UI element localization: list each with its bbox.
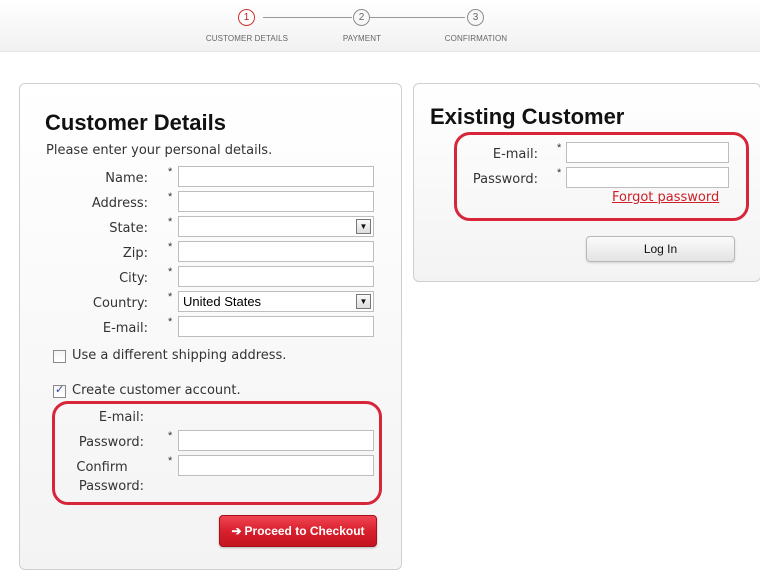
state-label: State: — [109, 221, 148, 236]
zip-required-mark: * — [168, 241, 173, 253]
create-account-label[interactable]: Create customer account. — [72, 383, 241, 398]
shipping-address-checkbox[interactable] — [53, 350, 66, 363]
step-2-label: PAYMENT — [342, 34, 382, 43]
address-required-mark: * — [168, 191, 173, 203]
state-select[interactable]: ▼ — [178, 216, 374, 237]
login-email-required-mark: * — [557, 142, 562, 154]
log-in-button[interactable]: Log In — [586, 236, 735, 262]
account-password-required-mark: * — [168, 430, 173, 442]
existing-customer-title: Existing Customer — [430, 104, 625, 129]
confirm-label-line-1: Confirm — [76, 460, 128, 475]
country-required-mark: * — [168, 291, 173, 303]
email-input[interactable] — [178, 316, 374, 337]
proceed-to-checkout-button[interactable]: ➔ Proceed to Checkout — [219, 515, 377, 547]
chevron-down-icon[interactable]: ▼ — [356, 219, 371, 234]
name-required-mark: * — [168, 166, 173, 178]
step-1-label: CUSTOMER DETAILS — [205, 34, 289, 43]
step-3-label: CONFIRMATION — [444, 34, 508, 43]
country-label: Country: — [92, 296, 148, 311]
name-label: Name: — [105, 171, 148, 186]
arrow-right-icon: ➔ — [231, 524, 242, 538]
forgot-password-link[interactable]: Forgot password — [612, 190, 719, 205]
step-1-circle: 1 — [238, 9, 255, 26]
create-account-checkbox[interactable] — [53, 383, 66, 398]
account-password-input[interactable] — [178, 430, 374, 451]
login-password-required-mark: * — [557, 167, 562, 179]
customer-details-subtitle: Please enter your personal details. — [46, 143, 273, 158]
progress-connector — [263, 17, 352, 18]
step-2-circle: 2 — [353, 9, 370, 26]
login-password-input[interactable] — [566, 167, 729, 188]
confirm-password-required-mark: * — [168, 455, 173, 467]
log-in-label: Log In — [643, 242, 678, 256]
state-required-mark: * — [168, 216, 173, 228]
proceed-to-checkout-label: Proceed to Checkout — [244, 524, 365, 538]
checkout-progress: 1 CUSTOMER DETAILS 2 PAYMENT 3 CONFIRMAT… — [0, 0, 760, 52]
zip-input[interactable] — [178, 241, 374, 262]
name-input[interactable] — [178, 166, 374, 187]
account-password-label: Password: — [78, 435, 144, 450]
city-input[interactable] — [178, 266, 374, 287]
customer-details-title: Customer Details — [45, 110, 226, 135]
address-label: Address: — [91, 196, 148, 211]
city-required-mark: * — [168, 266, 173, 278]
city-label: City: — [119, 271, 148, 286]
address-input[interactable] — [178, 191, 374, 212]
login-password-label: Password: — [472, 172, 538, 187]
chevron-down-icon[interactable]: ▼ — [356, 294, 371, 309]
shipping-address-label[interactable]: Use a different shipping address. — [72, 348, 286, 363]
account-email-label: E-mail: — [98, 410, 144, 425]
country-select[interactable]: United States ▼ — [178, 291, 374, 312]
login-email-label: E-mail: — [492, 147, 538, 162]
email-required-mark: * — [168, 316, 173, 328]
email-label: E-mail: — [102, 321, 148, 336]
progress-connector — [370, 17, 465, 18]
confirm-label-line-2: Password: — [78, 479, 144, 494]
confirm-password-input[interactable] — [178, 455, 374, 476]
country-select-value: United States — [183, 294, 262, 309]
zip-label: Zip: — [122, 246, 148, 261]
login-email-input[interactable] — [566, 142, 729, 163]
step-3-circle: 3 — [467, 9, 484, 26]
